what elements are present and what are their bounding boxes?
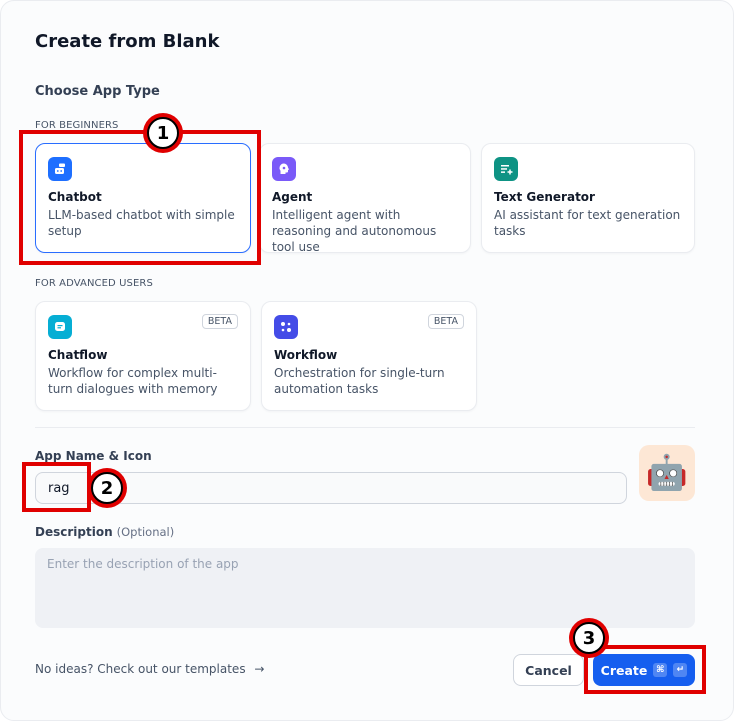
chatflow-icon <box>48 315 72 339</box>
app-type-card-workflow[interactable]: BETA Workflow Orchestration for single-t… <box>261 301 477 411</box>
app-type-card-text-generator[interactable]: Text Generator AI assistant for text gen… <box>481 143 695 253</box>
card-desc: Intelligent agent with reasoning and aut… <box>272 208 437 254</box>
text-generator-icon <box>494 157 518 181</box>
beta-badge: BETA <box>427 314 464 329</box>
description-label: Description (Optional) <box>35 525 175 539</box>
app-type-card-chatflow[interactable]: BETA Chatflow Workflow for complex multi… <box>35 301 251 411</box>
card-name: Workflow <box>274 348 338 362</box>
arrow-right-icon: → <box>254 662 265 676</box>
description-placeholder: Enter the description of the app <box>47 557 239 571</box>
card-name: Chatflow <box>48 348 108 362</box>
description-textarea[interactable]: Enter the description of the app <box>35 548 695 628</box>
step-badge-2: 2 <box>87 468 127 508</box>
optional-hint: (Optional) <box>116 525 175 539</box>
card-desc: Orchestration for single-turn automation… <box>274 366 445 396</box>
highlight-box-1 <box>19 130 261 265</box>
app-icon-picker[interactable]: 🤖 <box>639 445 695 501</box>
robot-icon: 🤖 <box>645 453 689 493</box>
dialog-title: Create from Blank <box>35 31 220 52</box>
step-badge-3: 3 <box>569 618 609 658</box>
step-badge-1: 1 <box>143 113 183 153</box>
beta-badge: BETA <box>201 314 238 329</box>
templates-link[interactable]: No ideas? Check out our templates → <box>35 662 264 676</box>
highlight-box-2 <box>22 462 91 512</box>
advanced-group-label: FOR ADVANCED USERS <box>35 278 153 289</box>
app-name-label: App Name & Icon <box>35 449 152 463</box>
card-desc: Workflow for complex multi-turn dialogue… <box>48 366 218 396</box>
app-type-label: Choose App Type <box>35 84 160 99</box>
card-name: Text Generator <box>494 190 595 204</box>
app-type-card-agent[interactable]: Agent Intelligent agent with reasoning a… <box>259 143 471 254</box>
card-desc: AI assistant for text generation tasks <box>494 208 681 238</box>
section-divider <box>35 427 695 428</box>
card-name: Agent <box>272 190 313 204</box>
agent-icon <box>272 157 296 181</box>
cancel-button[interactable]: Cancel <box>513 654 584 686</box>
create-app-dialog: Create from Blank Choose App Type FOR BE… <box>0 0 734 721</box>
workflow-icon <box>274 315 298 339</box>
